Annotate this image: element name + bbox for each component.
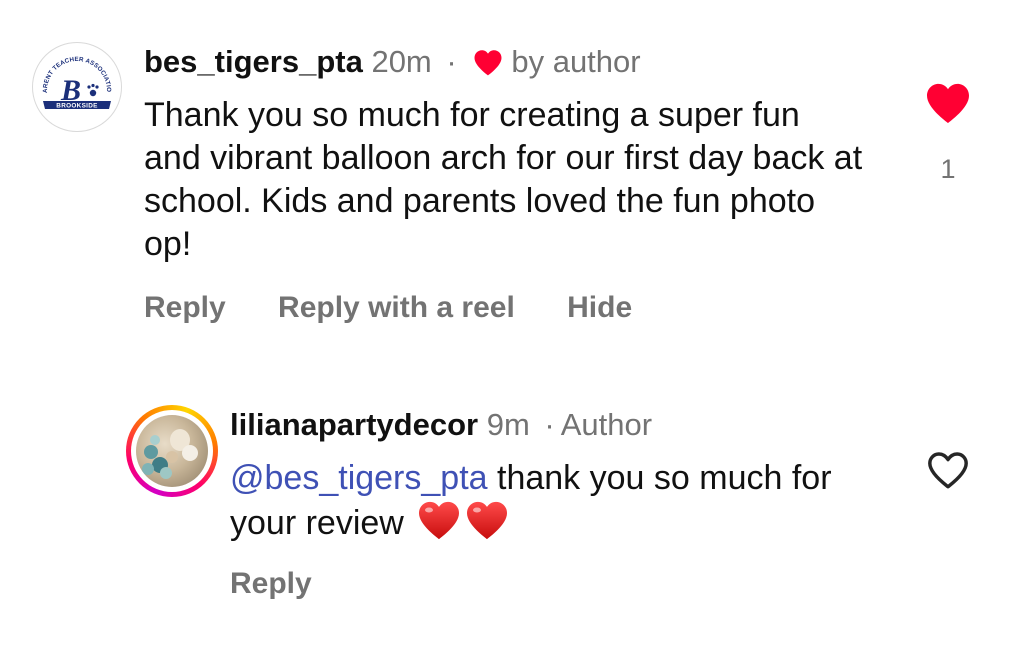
story-ring bbox=[131, 410, 213, 492]
comment-text: @bes_tigers_pta thank you so much for yo… bbox=[230, 456, 870, 551]
comment-text: Thank you so much for creating a super f… bbox=[144, 96, 863, 263]
comment-actions: Reply Reply with a reel Hide bbox=[144, 288, 676, 328]
timestamp: 9m bbox=[486, 407, 530, 442]
mention-link[interactable]: @bes_tigers_pta bbox=[230, 459, 488, 497]
comment-actions: Reply bbox=[230, 564, 356, 604]
comments-thread: PARENT TEACHER ASSOCIATION B BROOKSIDE b… bbox=[0, 0, 1024, 649]
heart-filled-icon bbox=[927, 83, 969, 124]
author-badge: Author bbox=[560, 407, 653, 442]
like-button[interactable] bbox=[926, 450, 970, 490]
red-heart-emoji bbox=[465, 500, 509, 551]
liked-by-author-label: by author bbox=[511, 44, 641, 79]
reply-button[interactable]: Reply bbox=[144, 291, 226, 324]
separator-dot: · bbox=[544, 407, 555, 442]
paw-icon bbox=[87, 83, 99, 97]
brookside-pta-logo-icon: PARENT TEACHER ASSOCIATION B BROOKSIDE bbox=[33, 43, 112, 110]
red-heart-emoji bbox=[417, 500, 461, 551]
timestamp: 20m bbox=[371, 44, 432, 79]
logo-banner-text: BROOKSIDE bbox=[56, 103, 98, 110]
separator-dot: · bbox=[446, 44, 457, 79]
avatar-lilianapartydecor[interactable] bbox=[126, 405, 218, 497]
reply-button[interactable]: Reply bbox=[230, 567, 312, 600]
like-count[interactable]: 1 bbox=[936, 154, 960, 185]
reply-with-reel-button[interactable]: Reply with a reel bbox=[278, 291, 515, 324]
hide-button[interactable]: Hide bbox=[567, 291, 632, 324]
username[interactable]: bes_tigers_pta bbox=[144, 44, 363, 79]
balloon-photo-avatar bbox=[136, 415, 208, 487]
heart-outline-icon bbox=[928, 452, 968, 489]
comment-header: bes_tigers_pta 20m · by author bbox=[144, 42, 641, 86]
avatar-bes-tigers-pta[interactable]: PARENT TEACHER ASSOCIATION B BROOKSIDE bbox=[32, 42, 122, 132]
like-button[interactable] bbox=[925, 82, 971, 124]
heart-filled-icon bbox=[473, 46, 503, 86]
username[interactable]: lilianapartydecor bbox=[230, 407, 478, 442]
comment-header: lilianapartydecor 9m · Author bbox=[230, 405, 652, 445]
